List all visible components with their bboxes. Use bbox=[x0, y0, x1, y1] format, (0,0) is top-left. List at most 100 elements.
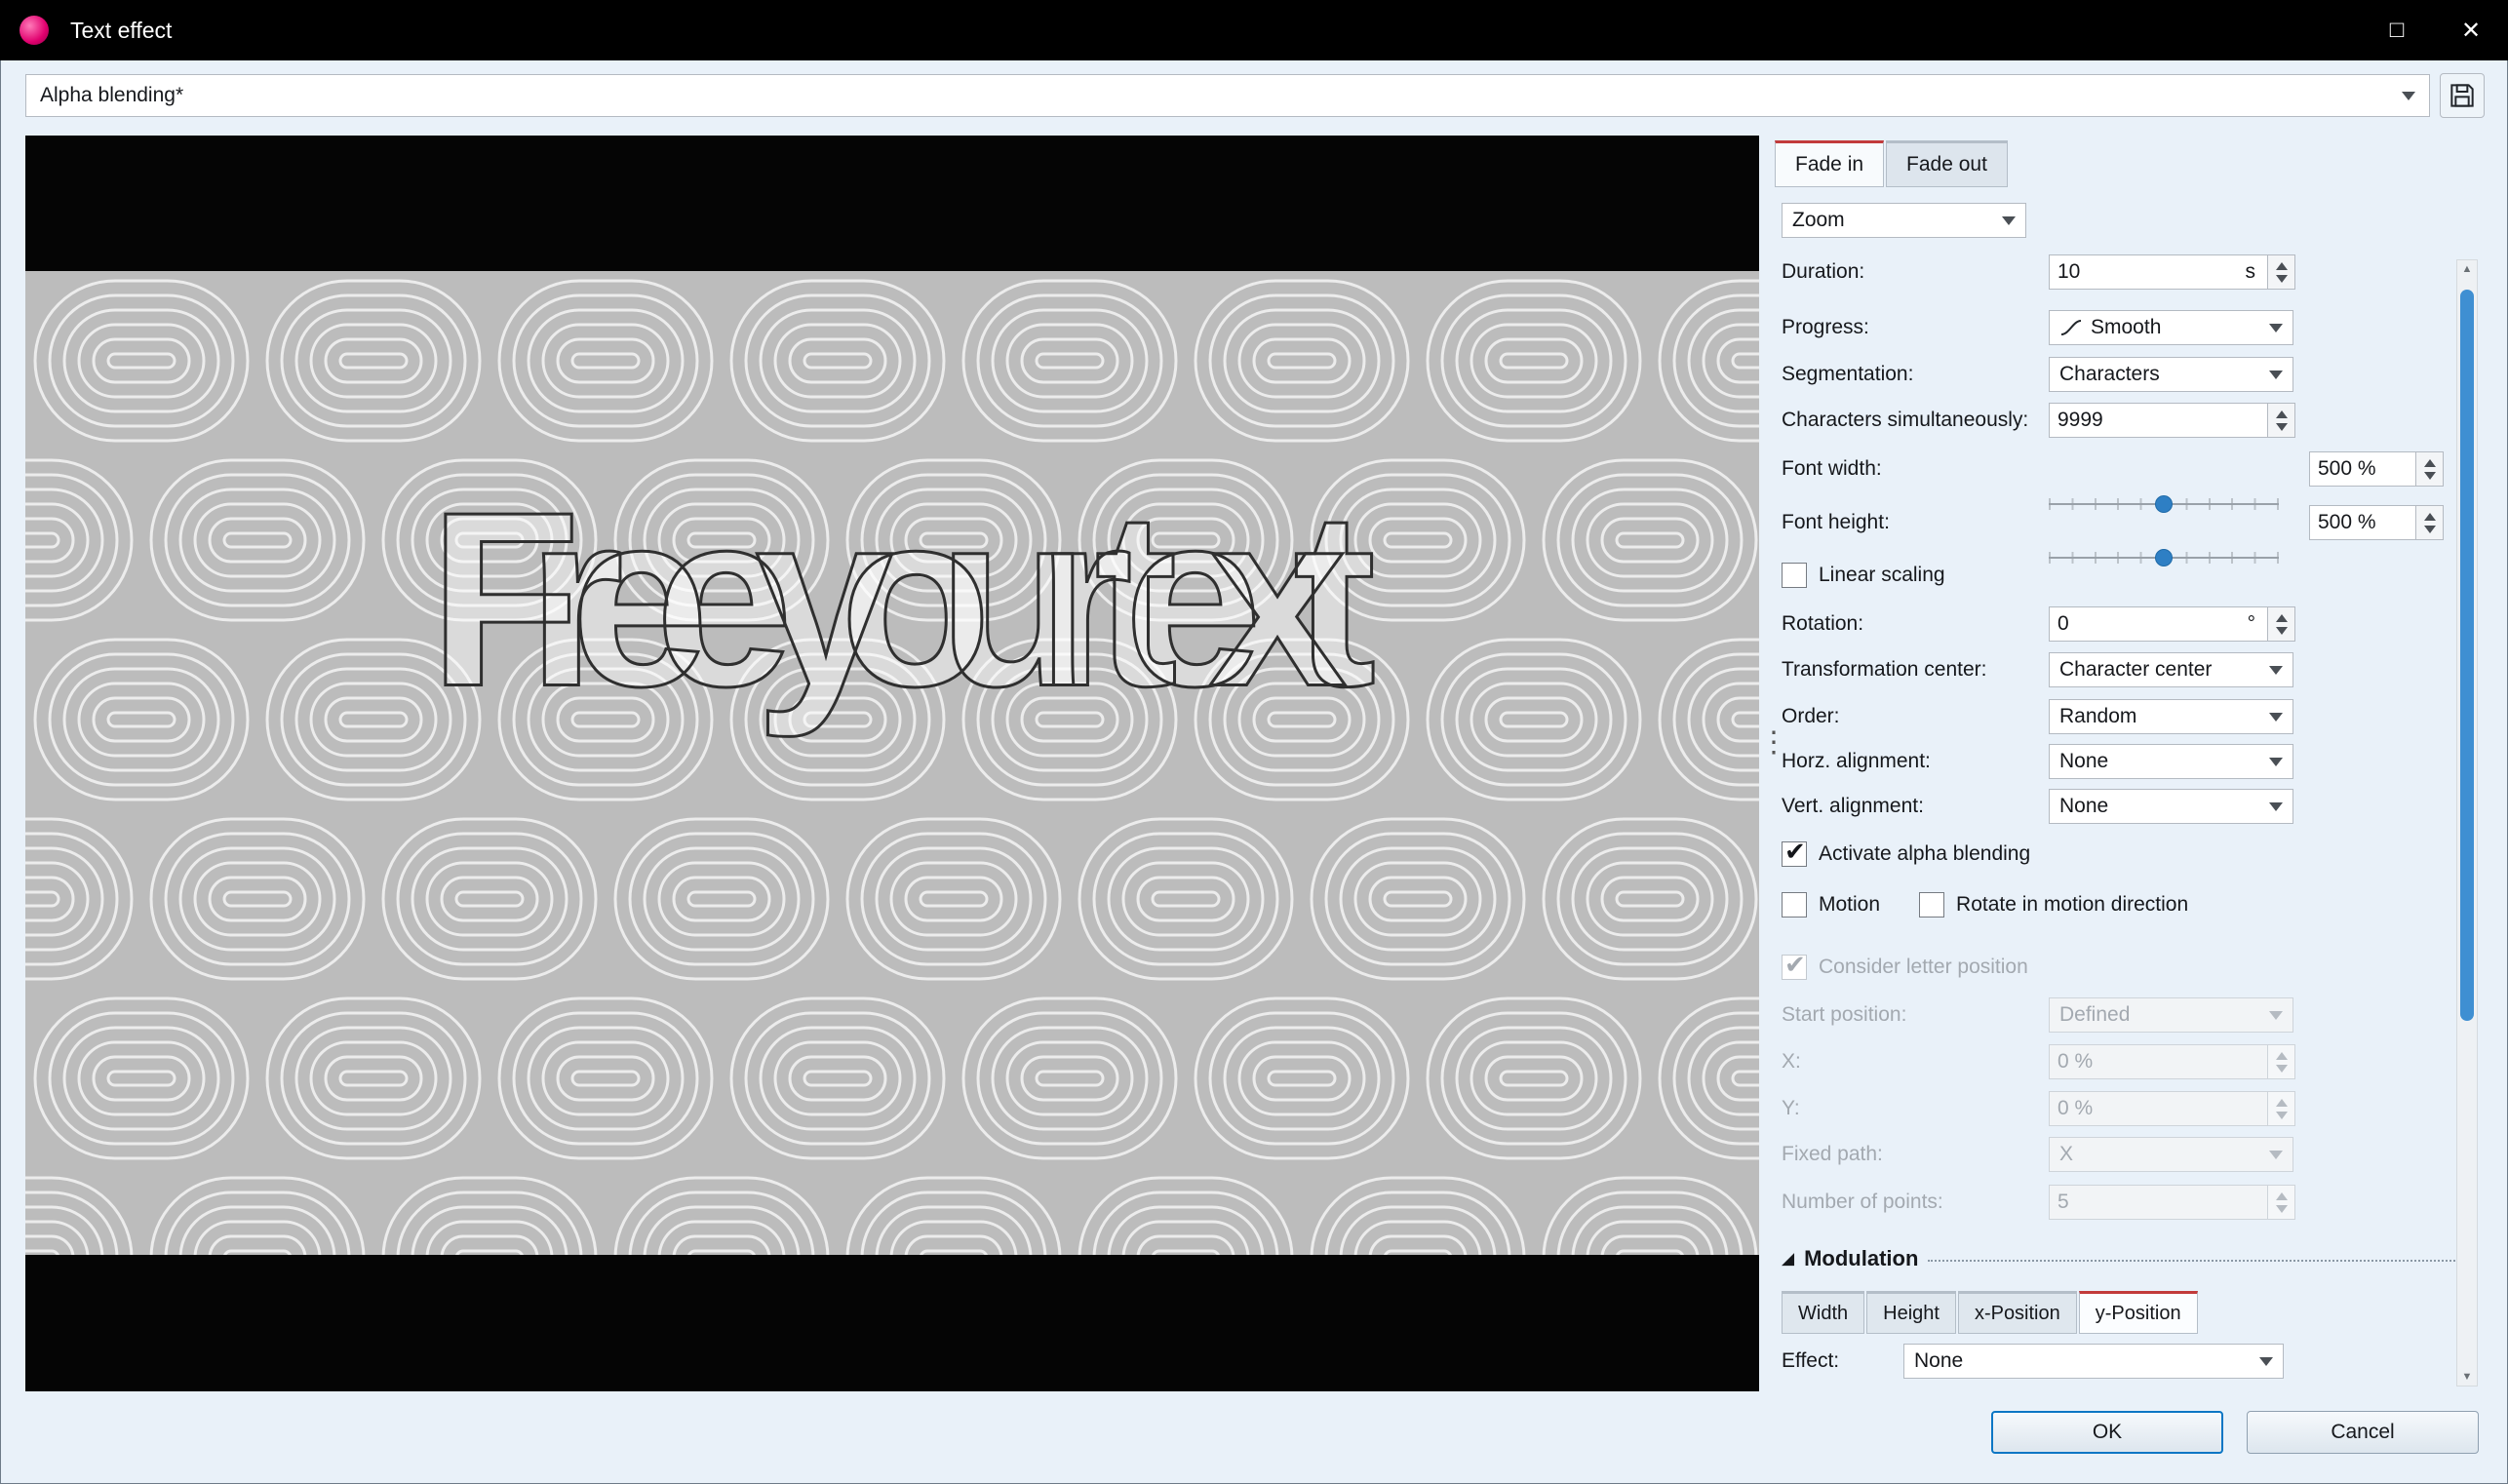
tab-width[interactable]: Width bbox=[1782, 1291, 1865, 1334]
number-of-points-label: Number of points: bbox=[1782, 1191, 1943, 1213]
chevron-down-icon bbox=[2269, 712, 2283, 722]
progress-dropdown[interactable]: Smooth bbox=[2049, 310, 2293, 345]
app-icon bbox=[20, 16, 49, 45]
transformation-center-dropdown[interactable]: Character center bbox=[2049, 652, 2293, 687]
segmentation-row: Segmentation: Characters bbox=[1782, 357, 2484, 392]
tab-height[interactable]: Height bbox=[1866, 1291, 1956, 1334]
activate-alpha-blending-row: ✔ Activate alpha blending bbox=[1782, 837, 2031, 869]
tab-x-position[interactable]: x-Position bbox=[1957, 1291, 2077, 1334]
scroll-up-icon[interactable]: ▲ bbox=[2457, 263, 2477, 275]
font-width-value[interactable]: 500 % bbox=[2318, 457, 2376, 481]
segmentation-value: Characters bbox=[2059, 363, 2160, 385]
font-height-label: Font height: bbox=[1782, 511, 1890, 533]
scrollbar-thumb[interactable] bbox=[2460, 290, 2474, 1021]
motion-checkbox[interactable] bbox=[1782, 892, 1807, 918]
rotation-stepper[interactable] bbox=[2268, 606, 2295, 642]
font-height-value[interactable]: 500 % bbox=[2318, 511, 2376, 534]
font-width-label: Font width: bbox=[1782, 457, 1882, 480]
horz-alignment-dropdown[interactable]: None bbox=[2049, 744, 2293, 779]
spin-up-icon[interactable] bbox=[2275, 613, 2288, 622]
number-of-points-row: Number of points: 5 bbox=[1782, 1185, 2484, 1220]
font-width-spinner[interactable]: 500 % bbox=[2309, 451, 2444, 487]
activate-alpha-blending-checkbox[interactable]: ✔ bbox=[1782, 837, 1807, 867]
linear-scaling-checkbox[interactable] bbox=[1782, 563, 1807, 588]
slider-thumb[interactable] bbox=[2155, 549, 2173, 566]
tab-fade-out[interactable]: Fade out bbox=[1886, 140, 2008, 187]
save-icon bbox=[2450, 84, 2474, 107]
fixed-path-value: X bbox=[2059, 1143, 2074, 1165]
consider-letter-position-label: Consider letter position bbox=[1819, 956, 2028, 978]
segmentation-dropdown[interactable]: Characters bbox=[2049, 357, 2293, 392]
ok-button[interactable]: OK bbox=[1991, 1411, 2223, 1454]
spin-down-icon bbox=[2275, 1204, 2288, 1213]
motion-row: Motion Rotate in motion direction bbox=[1782, 890, 2188, 919]
horz-alignment-label: Horz. alignment: bbox=[1782, 750, 1931, 772]
modulation-title: Modulation bbox=[1804, 1246, 1919, 1270]
linear-scaling-row: Linear scaling bbox=[1782, 561, 1945, 590]
spin-up-icon[interactable] bbox=[2423, 512, 2436, 521]
spin-down-icon[interactable] bbox=[2275, 626, 2288, 635]
preset-dropdown[interactable]: Alpha blending* bbox=[25, 74, 2430, 117]
spin-up-icon[interactable] bbox=[2275, 261, 2288, 270]
font-height-stepper[interactable] bbox=[2416, 505, 2444, 540]
duration-spinner[interactable]: 10 s bbox=[2049, 254, 2295, 290]
activate-alpha-blending-label: Activate alpha blending bbox=[1819, 842, 2031, 865]
font-height-slider[interactable] bbox=[2049, 540, 2279, 575]
modulation-effect-value: None bbox=[1914, 1349, 1964, 1372]
check-icon: ✔ bbox=[1784, 950, 1806, 979]
window-title: Text effect bbox=[70, 17, 173, 43]
font-width-stepper[interactable] bbox=[2416, 451, 2444, 487]
duration-unit: s bbox=[2245, 260, 2256, 283]
preset-value: Alpha blending* bbox=[40, 84, 184, 106]
scroll-down-icon[interactable]: ▼ bbox=[2457, 1371, 2477, 1383]
rotation-unit: ° bbox=[2247, 612, 2255, 635]
effect-type-value: Zoom bbox=[1792, 209, 1845, 231]
close-button[interactable]: ✕ bbox=[2434, 0, 2508, 60]
fixed-path-label: Fixed path: bbox=[1782, 1143, 1883, 1165]
chevron-down-icon bbox=[2269, 370, 2283, 379]
rotation-spinner[interactable]: 0 ° bbox=[2049, 606, 2295, 642]
order-value: Random bbox=[2059, 705, 2137, 727]
tab-y-position[interactable]: y-Position bbox=[2078, 1291, 2198, 1334]
splitter-handle[interactable]: ⋮ bbox=[1759, 728, 1788, 800]
chevron-down-icon bbox=[2269, 323, 2283, 332]
maximize-button[interactable]: □ bbox=[2360, 0, 2434, 60]
panel-scrollbar[interactable]: ▲ ▼ bbox=[2456, 259, 2478, 1386]
rotate-in-motion-direction-checkbox[interactable] bbox=[1919, 892, 1945, 918]
order-row: Order: Random bbox=[1782, 699, 2484, 734]
cancel-button[interactable]: Cancel bbox=[2247, 1411, 2479, 1454]
chevron-down-icon bbox=[2269, 665, 2283, 675]
vert-alignment-dropdown[interactable]: None bbox=[2049, 789, 2293, 824]
duration-value[interactable]: 10 bbox=[2057, 260, 2080, 284]
transformation-center-label: Transformation center: bbox=[1782, 658, 1987, 681]
consider-letter-position-checkbox: ✔ bbox=[1782, 950, 1807, 980]
modulation-section-header[interactable]: ◢ Modulation bbox=[1782, 1246, 2467, 1271]
y-stepper bbox=[2268, 1091, 2295, 1126]
start-position-row: Start position: Defined bbox=[1782, 997, 2484, 1033]
font-height-spinner[interactable]: 500 % bbox=[2309, 505, 2444, 540]
rotation-value[interactable]: 0 bbox=[2057, 612, 2069, 636]
order-dropdown[interactable]: Random bbox=[2049, 699, 2293, 734]
effect-type-dropdown[interactable]: Zoom bbox=[1782, 203, 2026, 238]
chars-simultaneously-value[interactable]: 9999 bbox=[2057, 409, 2103, 432]
duration-stepper[interactable] bbox=[2268, 254, 2295, 290]
titlebar: Text effect □ ✕ bbox=[0, 0, 2508, 60]
spin-up-icon[interactable] bbox=[2423, 458, 2436, 467]
tab-fade-in[interactable]: Fade in bbox=[1775, 140, 1885, 187]
transformation-center-value: Character center bbox=[2059, 658, 2213, 681]
spin-up-icon[interactable] bbox=[2275, 410, 2288, 418]
modulation-effect-dropdown[interactable]: None bbox=[1903, 1344, 2284, 1379]
spin-down-icon[interactable] bbox=[2275, 274, 2288, 283]
check-icon: ✔ bbox=[1784, 837, 1806, 866]
spin-down-icon[interactable] bbox=[2275, 422, 2288, 431]
chars-simultaneously-spinner[interactable]: 9999 bbox=[2049, 403, 2295, 438]
spin-down-icon[interactable] bbox=[2423, 471, 2436, 480]
order-label: Order: bbox=[1782, 705, 1840, 727]
spin-down-icon bbox=[2275, 1111, 2288, 1119]
chars-simultaneously-stepper[interactable] bbox=[2268, 403, 2295, 438]
modulation-tabs: Width Height x-Position y-Position bbox=[1782, 1291, 2198, 1334]
spin-down-icon[interactable] bbox=[2423, 525, 2436, 533]
fixed-path-row: Fixed path: X bbox=[1782, 1137, 2484, 1172]
spin-up-icon bbox=[2275, 1098, 2288, 1107]
save-preset-button[interactable] bbox=[2440, 73, 2485, 118]
